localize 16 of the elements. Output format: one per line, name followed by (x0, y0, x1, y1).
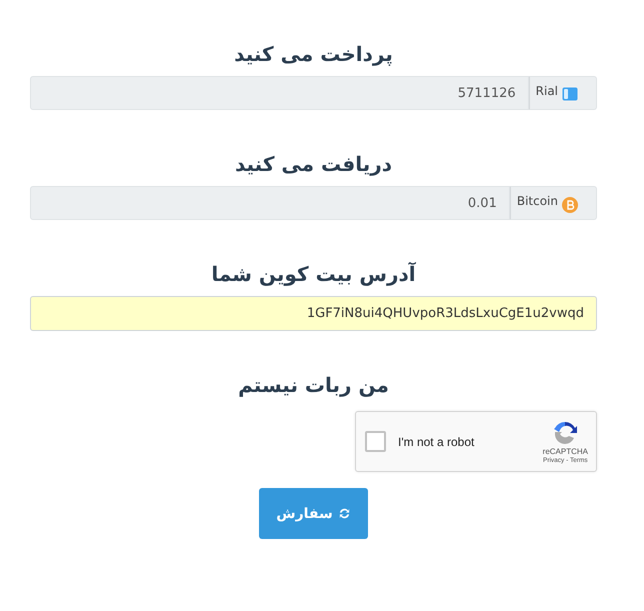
card-icon (562, 87, 578, 101)
currency-label: Bitcoin (516, 194, 558, 208)
section-heading: پرداخت می کنید (234, 41, 393, 68)
refresh-icon (338, 507, 351, 520)
address-field[interactable]: 1GF7iN8ui4QHUvpoR3LdsLxuCgE1u2vwqd (30, 296, 597, 331)
captcha-checkbox[interactable] (365, 431, 386, 452)
captcha-label: I'm not a robot (398, 434, 476, 448)
bitcoin-icon (562, 197, 578, 213)
section-heading: دریافت می کنید (234, 151, 392, 178)
amount-field[interactable]: 5711126 (30, 76, 529, 110)
section-heading: آدرس بیت کوین شما (211, 261, 416, 288)
recaptcha-logo-icon (552, 420, 578, 446)
section-heading: من ربات نیستم (238, 372, 389, 399)
captcha-brand: reCAPTCHA (542, 446, 588, 456)
currency-label: Rial (536, 84, 558, 98)
amount-field[interactable]: 0.01 (30, 186, 510, 220)
